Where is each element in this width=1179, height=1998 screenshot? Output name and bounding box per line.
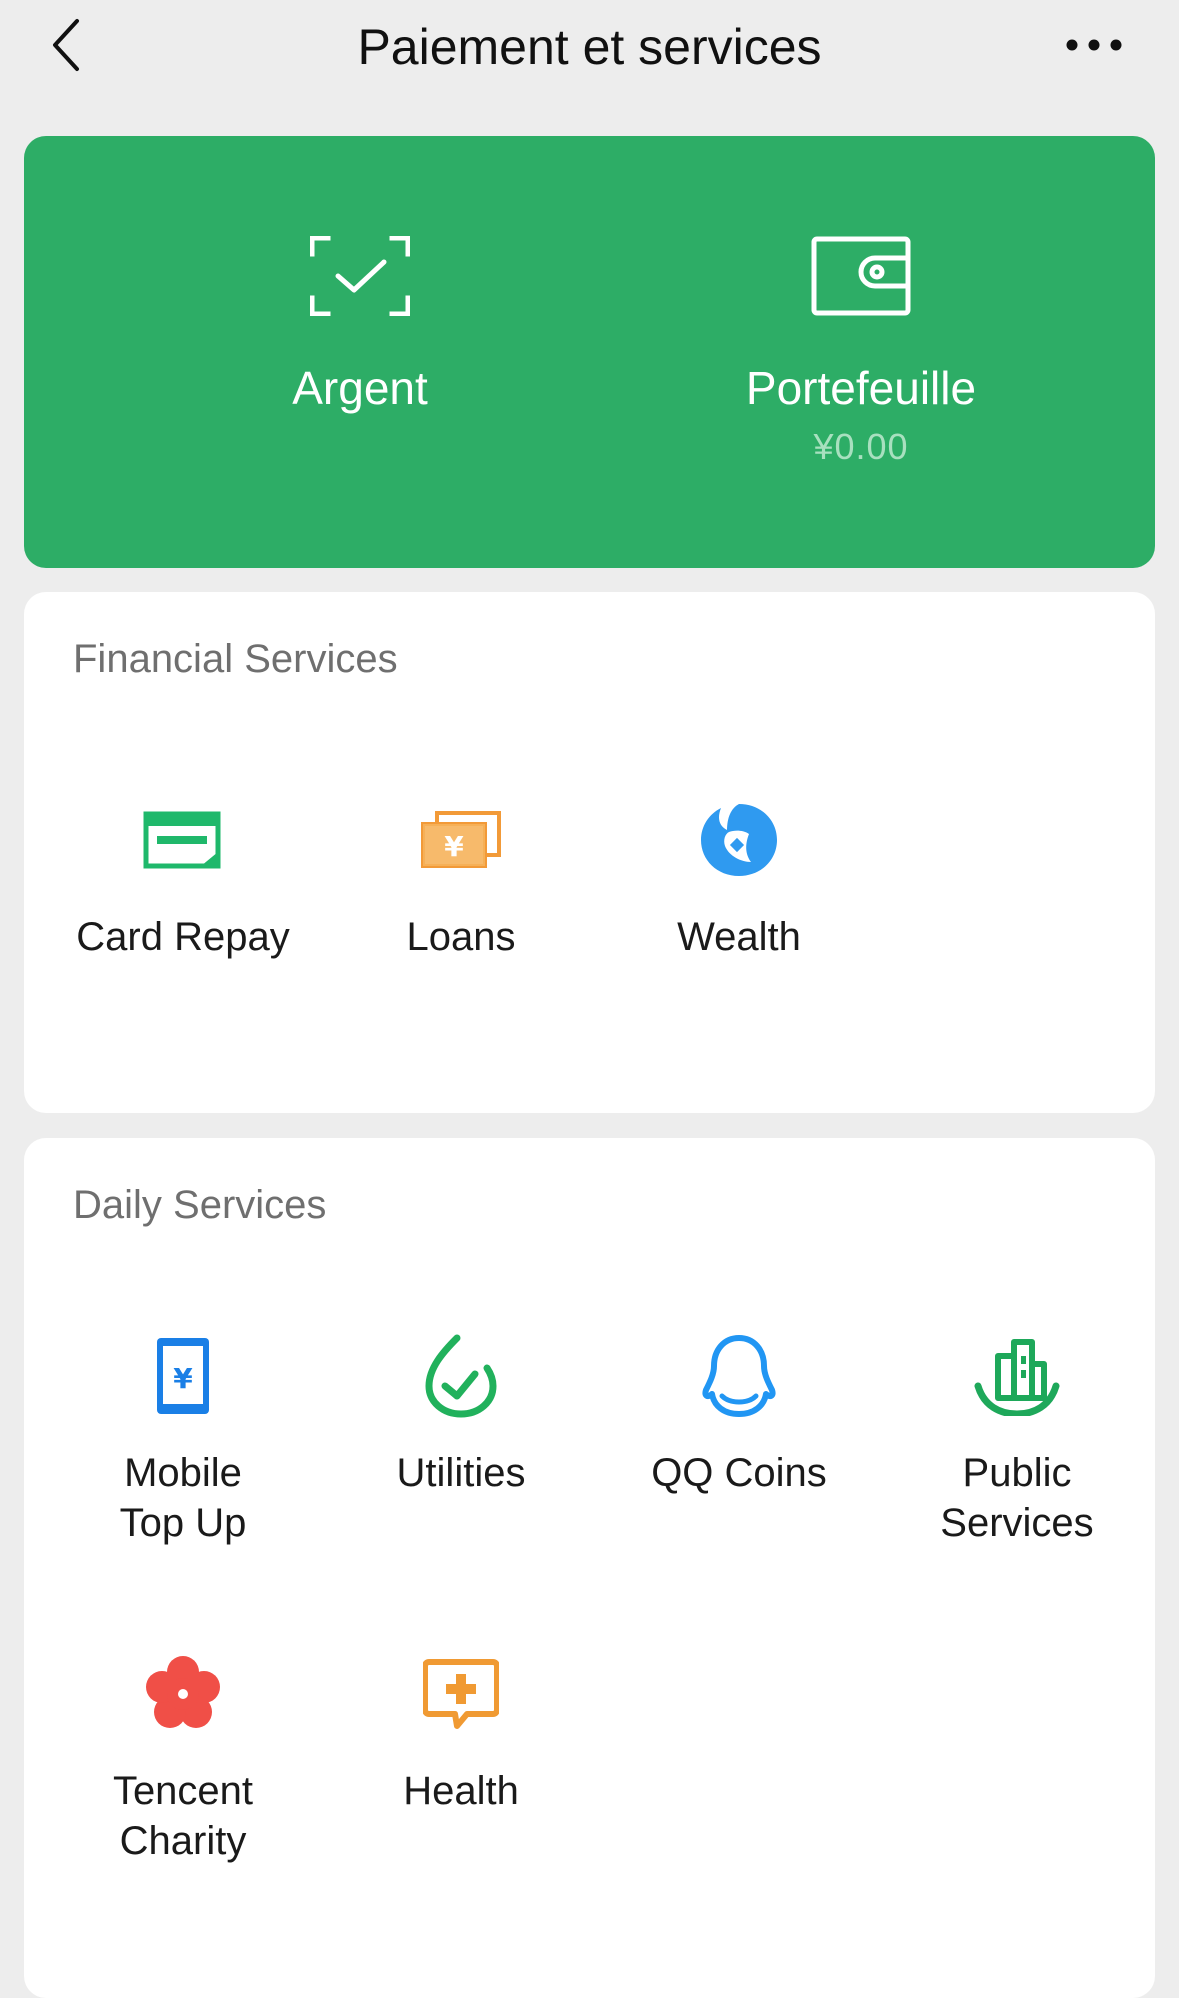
public-services-label: Public Services <box>940 1451 1094 1545</box>
mobile-top-up-button[interactable]: ¥ Mobile Top Up <box>44 1328 322 1548</box>
card-repay-button[interactable]: Card Repay <box>44 792 322 962</box>
money-button[interactable]: Argent <box>160 136 560 568</box>
money-label: Argent <box>292 362 428 414</box>
wallet-balance: ¥0.00 <box>813 426 909 467</box>
tencent-charity-icon <box>146 1656 220 1728</box>
more-options-button[interactable] <box>1049 10 1139 80</box>
mobile-top-up-icon: ¥ <box>157 1338 209 1414</box>
wealth-icon <box>701 804 777 876</box>
mobile-top-up-label: Mobile Top Up <box>119 1451 247 1545</box>
page-title: Paiement et services <box>357 19 822 75</box>
public-services-icon <box>974 1339 1060 1416</box>
daily-services-section: Daily Services ¥ Mobile Top Up Utilities <box>24 1138 1155 1998</box>
utilities-label: Utilities <box>396 1451 526 1495</box>
loans-button[interactable]: ¥ Loans <box>322 792 600 962</box>
loans-label: Loans <box>406 915 516 959</box>
health-button[interactable]: Health <box>322 1646 600 1816</box>
financial-services-title: Financial Services <box>73 637 398 681</box>
qq-coins-label: QQ Coins <box>651 1451 827 1495</box>
daily-services-title: Daily Services <box>73 1183 327 1227</box>
wallet-icon <box>811 236 911 316</box>
wealth-button[interactable]: Wealth <box>600 792 878 962</box>
tencent-charity-label: Tencent Charity <box>112 1769 254 1863</box>
wallet-label: Portefeuille <box>745 362 977 414</box>
card-repay-icon <box>143 811 221 869</box>
navigation-bar: Paiement et services <box>0 0 1179 95</box>
tencent-charity-button[interactable]: Tencent Charity <box>44 1646 322 1866</box>
qq-coins-button[interactable]: QQ Coins <box>600 1328 878 1498</box>
wallet-hero-card: Argent Portefeuille ¥0.00 <box>24 136 1155 568</box>
health-label: Health <box>403 1769 519 1813</box>
svg-text:¥: ¥ <box>173 1362 193 1395</box>
qq-coins-icon <box>702 1335 776 1417</box>
utilities-icon <box>425 1334 497 1418</box>
utilities-button[interactable]: Utilities <box>322 1328 600 1498</box>
card-repay-label: Card Repay <box>76 915 290 959</box>
wallet-button[interactable]: Portefeuille ¥0.00 <box>661 136 1061 568</box>
loans-icon: ¥ <box>421 811 501 868</box>
health-icon <box>423 1659 499 1729</box>
wealth-label: Wealth <box>677 915 801 959</box>
public-services-button[interactable]: Public Services <box>878 1328 1156 1548</box>
scan-check-icon <box>310 236 410 316</box>
financial-services-section: Financial Services Card Repay ¥ Loans We… <box>24 592 1155 1113</box>
svg-text:¥: ¥ <box>444 830 464 863</box>
more-dots-icon <box>1066 39 1122 51</box>
